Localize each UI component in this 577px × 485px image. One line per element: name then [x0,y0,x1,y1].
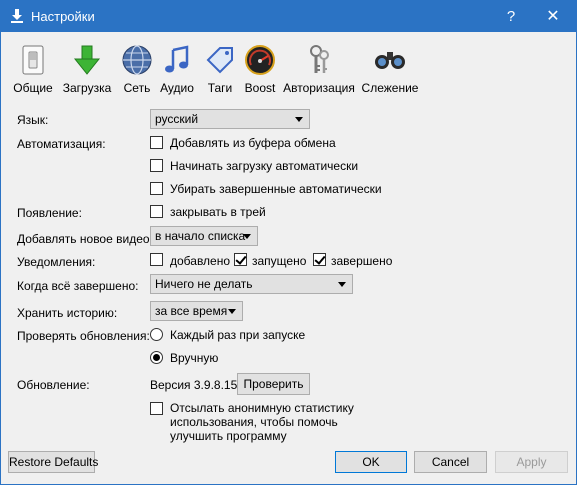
tab-audio[interactable]: Аудио [157,44,197,98]
automation-label: Автоматизация: [17,137,106,151]
tab-authorization-label: Авторизация [283,81,355,95]
notify-finished-checkbox[interactable] [313,253,326,266]
notify-finished-label: завершено [331,254,393,268]
notify-added-label: добавлено [170,254,231,268]
tab-boost-label: Boost [244,81,276,95]
when-done-select[interactable]: Ничего не делать [150,274,353,294]
check-updates-label: Проверять обновления: [17,329,150,343]
tag-icon [206,47,233,74]
settings-toolbar: Общие Загрузка Сеть Аудио Таги Boost Авт… [1,32,576,98]
chevron-down-icon [295,117,303,122]
chevron-down-icon [243,234,251,239]
update-manual-label: Вручную [170,351,219,365]
tab-network-label: Сеть [123,81,151,95]
title-bar[interactable]: Настройки ? ✕ [1,1,576,32]
autoremove-checkbox-label: Убирать завершенные автоматически [170,182,382,196]
version-text: Версия 3.9.8.15 [150,378,238,392]
notifications-label: Уведомления: [17,255,96,269]
add-video-select-value: в начало списка [155,229,246,243]
help-button[interactable]: ? [488,1,534,32]
notify-added-checkbox[interactable] [150,253,163,266]
tab-download-label: Загрузка [62,81,112,95]
chevron-down-icon [338,282,346,287]
stats-checkbox[interactable] [150,402,163,415]
window-title: Настройки [31,9,95,24]
apply-button[interactable]: Apply [495,451,568,473]
update-manual-radio[interactable] [150,351,163,364]
switch-icon [22,45,44,75]
cancel-button[interactable]: Cancel [414,451,487,473]
tab-boost[interactable]: Boost [241,44,279,98]
history-select-value: за все время [155,304,228,318]
history-label: Хранить историю: [17,306,118,320]
app-icon [11,9,23,23]
tab-tags[interactable]: Таги [201,44,239,98]
add-video-select[interactable]: в начало списка [150,226,258,246]
speedometer-icon [245,45,275,75]
autoremove-checkbox[interactable] [150,182,163,195]
tab-audio-label: Аудио [160,81,194,95]
chevron-down-icon [228,309,236,314]
download-arrow-icon [73,45,101,75]
tab-authorization[interactable]: Авторизация [281,44,357,98]
language-select-value: русский [155,112,199,126]
restore-defaults-button[interactable]: Restore Defaults [8,451,98,473]
tab-network[interactable]: Сеть [118,44,156,98]
clipboard-checkbox[interactable] [150,136,163,149]
globe-icon [122,45,152,75]
ok-button[interactable]: OK [335,451,407,473]
notify-started-label: запущено [252,254,307,268]
notify-started-checkbox[interactable] [234,253,247,266]
update-on-start-label: Каждый раз при запуске [170,328,306,342]
language-select[interactable]: русский [150,109,310,129]
add-video-label: Добавлять новое видео: [17,232,153,246]
when-done-label: Когда всё завершено: [17,279,139,293]
update-label: Обновление: [17,378,90,392]
stats-line: использования, чтобы помочь [170,415,338,429]
tab-general[interactable]: Общие [9,44,57,98]
autostart-checkbox[interactable] [150,159,163,172]
check-update-button[interactable]: Проверить [237,373,310,395]
music-note-icon [165,45,189,73]
binoculars-icon [375,52,405,69]
history-select[interactable]: за все время [150,301,243,321]
tab-watch[interactable]: Слежение [359,44,421,98]
appearance-label: Появление: [17,206,82,220]
tray-checkbox[interactable] [150,205,163,218]
tab-download[interactable]: Загрузка [59,44,115,98]
keys-icon [310,45,329,73]
update-on-start-radio[interactable] [150,328,163,341]
clipboard-checkbox-label: Добавлять из буфера обмена [170,136,336,150]
stats-checkbox-label: Отсылать анонимную статистику использова… [170,401,370,443]
autostart-checkbox-label: Начинать загрузку автоматически [170,159,359,173]
tab-watch-label: Слежение [361,81,419,95]
tab-general-label: Общие [13,81,53,95]
settings-window: Настройки ? ✕ Общие Загрузка Сеть Аудио … [0,0,577,485]
tray-checkbox-label: закрывать в трей [170,205,266,219]
when-done-select-value: Ничего не делать [155,277,253,291]
stats-line: Отсылать анонимную статистику [170,401,354,415]
language-label: Язык: [17,113,49,127]
stats-line: улучшить программу [170,429,287,443]
close-button[interactable]: ✕ [530,1,576,32]
tab-tags-label: Таги [207,81,233,95]
